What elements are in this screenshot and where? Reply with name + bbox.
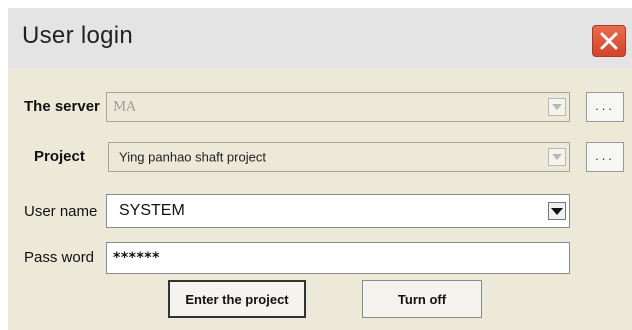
close-button[interactable] [592,25,626,57]
password-value: ****** [113,250,160,266]
turn-off-button[interactable]: Turn off [362,280,482,318]
close-x-icon [600,32,618,50]
password-label: Pass word [24,249,95,266]
project-dropdown-button[interactable] [548,148,566,166]
title-bar[interactable]: User login [8,8,632,68]
dialog-title: User login [22,22,134,49]
server-combo[interactable]: MA [106,92,570,122]
project-combo[interactable]: Ying panhao shaft project [108,142,570,172]
username-combo[interactable]: SYSTEM [106,194,570,228]
enter-project-button[interactable]: Enter the project [168,280,306,318]
server-browse-button[interactable]: ... [586,92,624,122]
server-value: MA [113,99,136,115]
project-label: Project [34,148,85,165]
server-dropdown-button[interactable] [548,98,566,116]
chevron-down-icon [551,207,563,215]
server-label: The server [24,98,100,115]
chevron-down-icon [552,154,562,160]
password-field[interactable]: ****** [106,242,570,274]
project-value: Ying panhao shaft project [119,149,266,165]
login-dialog: User login The server MA ... Project Yin… [8,8,632,330]
username-value: SYSTEM [119,202,185,219]
username-label: User name [24,203,98,220]
username-dropdown-button[interactable] [548,202,566,220]
project-browse-button[interactable]: ... [586,142,624,172]
chevron-down-icon [552,104,562,110]
